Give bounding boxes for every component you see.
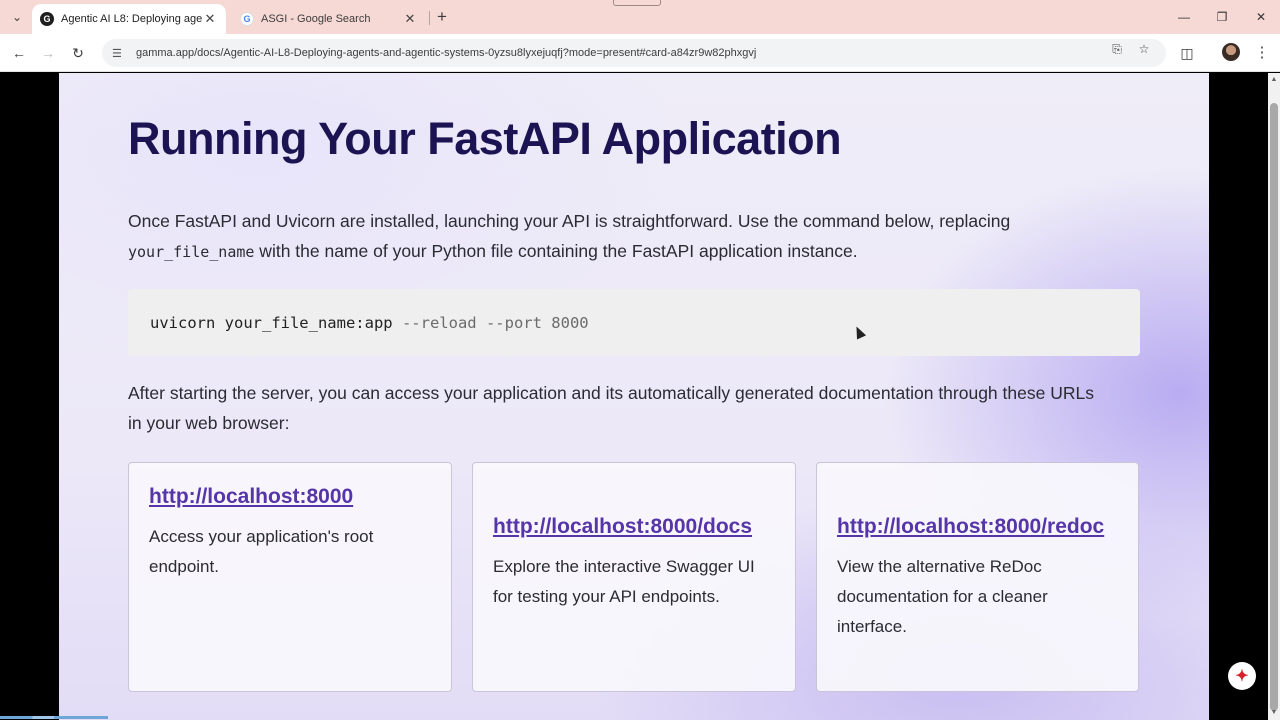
command-flags: --reload --port 8000 (392, 313, 589, 332)
redoc-link[interactable]: http://localhost:8000/redoc (837, 512, 1118, 542)
tab-asgi-search[interactable]: G ASGI - Google Search ✕ (232, 4, 426, 34)
presentation-slide: Running Your FastAPI Application Once Fa… (59, 73, 1209, 720)
tab-title: Agentic AI L8: Deploying agent (61, 13, 202, 25)
extensions-puzzle-icon[interactable]: ◫ (1175, 41, 1199, 65)
tab-agentic-ai[interactable]: G Agentic AI L8: Deploying agent ✕ (32, 4, 226, 34)
command-main: uvicorn your_file_name:app (150, 313, 393, 332)
minimize-icon[interactable]: — (1172, 6, 1196, 28)
tab-title: ASGI - Google Search (261, 13, 371, 25)
new-tab-plus-icon[interactable]: + (432, 7, 452, 27)
tab-search-chevron-icon[interactable]: ⌄ (6, 8, 28, 26)
tab-close-icon[interactable]: ✕ (202, 11, 218, 27)
forward-arrow-icon[interactable]: → (36, 41, 60, 65)
docs-link-description: Explore the interactive Swagger UI for t… (493, 557, 755, 606)
after-start-paragraph: After starting the server, you can acces… (128, 383, 1094, 433)
loading-progress-bar (0, 716, 108, 719)
back-arrow-icon[interactable]: ← (7, 41, 31, 65)
intro-inline-code: your_file_name (128, 243, 255, 261)
root-endpoint-link[interactable]: http://localhost:8000 (149, 482, 431, 512)
address-bar[interactable]: ☰ gamma.app/docs/Agentic-AI-L8-Deploying… (102, 39, 1166, 67)
window-drag-handle[interactable] (613, 0, 661, 6)
close-window-icon[interactable]: ✕ (1249, 6, 1273, 28)
pdf-icon[interactable]: ✦ (1228, 662, 1256, 690)
browser-toolbar: ← → ↻ ☰ gamma.app/docs/Agentic-AI-L8-Dep… (0, 34, 1280, 72)
scroll-up-arrow-icon[interactable]: ▲ (1268, 73, 1280, 87)
profile-avatar[interactable] (1222, 43, 1240, 61)
url-text[interactable]: gamma.app/docs/Agentic-AI-L8-Deploying-a… (136, 47, 1156, 59)
slide-heading: Running Your FastAPI Application (128, 113, 842, 164)
tab-separator (429, 11, 430, 25)
more-menu-icon[interactable]: ⋮ (1252, 41, 1272, 65)
command-code-block[interactable]: uvicorn your_file_name:app --reload --po… (128, 289, 1140, 356)
restore-icon[interactable]: ❐ (1210, 6, 1234, 28)
install-app-icon[interactable]: ⎘ (1107, 39, 1127, 59)
docs-link-card: http://localhost:8000/docs Explore the i… (472, 462, 796, 692)
page-scrollbar[interactable]: ▲ ▼ (1268, 73, 1280, 720)
intro-text-part1: Once FastAPI and Uvicorn are installed, … (128, 211, 1011, 231)
swagger-docs-link[interactable]: http://localhost:8000/docs (493, 512, 775, 542)
bookmark-star-icon[interactable]: ☆ (1134, 39, 1154, 59)
scroll-down-arrow-icon[interactable]: ▼ (1268, 706, 1280, 720)
tab-close-icon[interactable]: ✕ (402, 11, 418, 27)
scrollbar-thumb[interactable] (1270, 103, 1278, 711)
root-link-description: Access your application's root endpoint. (149, 527, 374, 576)
tab-strip: ⌄ G Agentic AI L8: Deploying agent ✕ G A… (0, 0, 1280, 34)
intro-paragraph: Once FastAPI and Uvicorn are installed, … (128, 206, 1108, 267)
site-info-icon[interactable]: ☰ (112, 47, 128, 60)
gamma-favicon-icon: G (40, 12, 54, 26)
page-viewport: Running Your FastAPI Application Once Fa… (0, 73, 1268, 720)
google-favicon-icon: G (240, 12, 254, 26)
root-link-card: http://localhost:8000 Access your applic… (128, 462, 452, 692)
redoc-link-card: http://localhost:8000/redoc View the alt… (816, 462, 1139, 692)
intro-text-part2: with the name of your Python file contai… (254, 241, 858, 261)
redoc-link-description: View the alternative ReDoc documentation… (837, 557, 1048, 636)
reload-icon[interactable]: ↻ (66, 41, 90, 65)
